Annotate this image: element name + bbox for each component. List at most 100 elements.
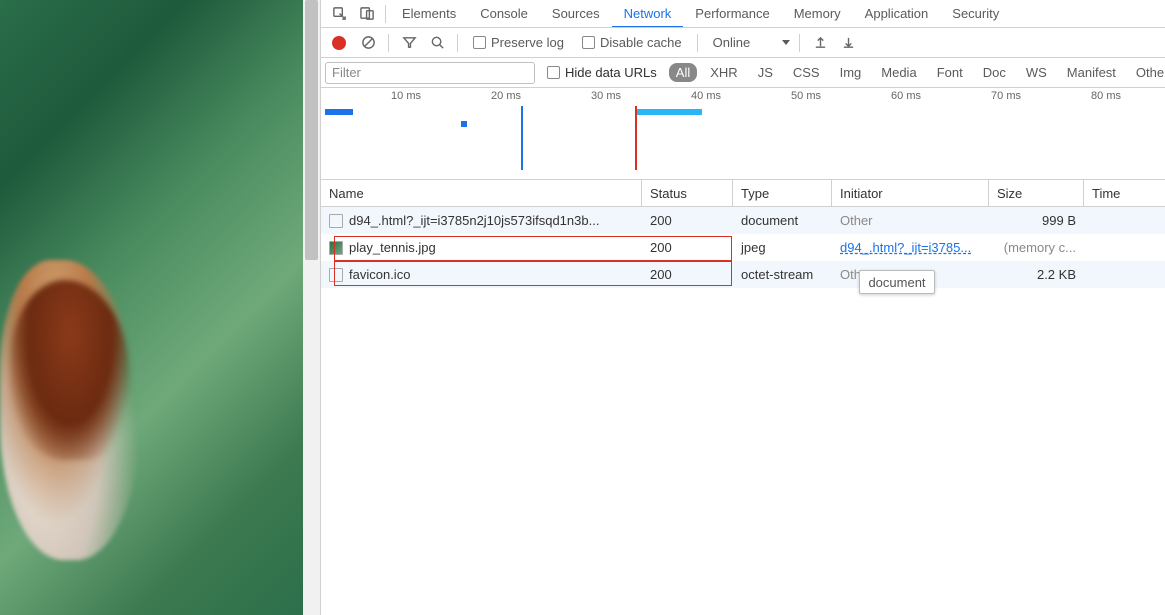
timeline-load-marker bbox=[635, 106, 637, 170]
preview-scroll-thumb[interactable] bbox=[305, 0, 318, 260]
filter-type-media[interactable]: Media bbox=[874, 63, 923, 82]
preview-scrollbar[interactable] bbox=[303, 0, 320, 615]
filter-type-ws[interactable]: WS bbox=[1019, 63, 1054, 82]
filter-type-css[interactable]: CSS bbox=[786, 63, 827, 82]
th-name[interactable]: Name bbox=[321, 180, 642, 206]
checkbox-icon bbox=[473, 36, 486, 49]
cell-size: (memory c... bbox=[989, 234, 1084, 261]
cell-type: jpeg bbox=[733, 234, 832, 261]
throttling-value: Online bbox=[713, 35, 751, 50]
timeline-domcontent-marker bbox=[521, 106, 523, 170]
device-toggle-icon[interactable] bbox=[355, 2, 379, 26]
cell-time bbox=[1084, 207, 1165, 234]
filter-type-other[interactable]: Other bbox=[1129, 63, 1165, 82]
timeline-overview[interactable]: 10 ms 20 ms 30 ms 40 ms 50 ms 60 ms 70 m… bbox=[321, 88, 1165, 180]
tab-performance[interactable]: Performance bbox=[683, 0, 781, 28]
inspect-icon[interactable] bbox=[327, 2, 351, 26]
search-icon[interactable] bbox=[426, 32, 448, 54]
toolbar-sep-4 bbox=[799, 34, 800, 52]
document-icon bbox=[329, 214, 343, 228]
tab-sources[interactable]: Sources bbox=[540, 0, 612, 28]
document-icon bbox=[329, 268, 343, 282]
th-time[interactable]: Time bbox=[1084, 180, 1165, 206]
time-label: 30 ms bbox=[591, 90, 621, 102]
cell-status: 200 bbox=[642, 261, 733, 288]
throttling-select[interactable]: Online bbox=[713, 35, 791, 50]
cell-time bbox=[1084, 261, 1165, 288]
page-preview-image bbox=[0, 0, 320, 615]
cell-name: play_tennis.jpg bbox=[349, 240, 436, 255]
table-row[interactable]: favicon.ico 200 octet-stream Other 2.2 K… bbox=[321, 261, 1165, 288]
disable-cache-label: Disable cache bbox=[600, 35, 682, 50]
filter-icon[interactable] bbox=[398, 32, 420, 54]
time-label: 50 ms bbox=[791, 90, 821, 102]
chevron-down-icon bbox=[782, 40, 790, 45]
filter-type-manifest[interactable]: Manifest bbox=[1060, 63, 1123, 82]
th-status[interactable]: Status bbox=[642, 180, 733, 206]
cell-status: 200 bbox=[642, 207, 733, 234]
filter-type-all[interactable]: All bbox=[669, 63, 697, 82]
th-initiator[interactable]: Initiator bbox=[832, 180, 989, 206]
network-table-header: Name Status Type Initiator Size Time bbox=[321, 180, 1165, 207]
timeline-labels: 10 ms 20 ms 30 ms 40 ms 50 ms 60 ms 70 m… bbox=[321, 90, 1165, 106]
timeline-bar bbox=[637, 109, 702, 115]
cell-size: 999 B bbox=[989, 207, 1084, 234]
filter-type-img[interactable]: Img bbox=[833, 63, 869, 82]
checkbox-icon bbox=[547, 66, 560, 79]
time-label: 60 ms bbox=[891, 90, 921, 102]
table-row[interactable]: play_tennis.jpg 200 jpeg d94_.html?_ijt=… bbox=[321, 234, 1165, 261]
tab-console[interactable]: Console bbox=[468, 0, 540, 28]
th-size[interactable]: Size bbox=[989, 180, 1084, 206]
th-type[interactable]: Type bbox=[733, 180, 832, 206]
network-table-body: d94_.html?_ijt=i3785n2j10js573ifsqd1n3b.… bbox=[321, 207, 1165, 288]
page-preview-pane bbox=[0, 0, 320, 615]
cell-initiator-link[interactable]: d94_.html?_ijt=i3785... bbox=[840, 240, 971, 255]
cell-initiator: Other bbox=[832, 207, 989, 234]
filter-type-js[interactable]: JS bbox=[751, 63, 780, 82]
disable-cache-checkbox[interactable]: Disable cache bbox=[582, 35, 682, 50]
tab-elements[interactable]: Elements bbox=[390, 0, 468, 28]
time-label: 10 ms bbox=[391, 90, 421, 102]
cell-name: favicon.ico bbox=[349, 267, 410, 282]
image-icon bbox=[329, 241, 343, 255]
toolbar-sep-2 bbox=[457, 34, 458, 52]
filter-type-doc[interactable]: Doc bbox=[976, 63, 1013, 82]
devtools-tabbar: Elements Console Sources Network Perform… bbox=[321, 0, 1165, 28]
devtools-panel: Elements Console Sources Network Perform… bbox=[320, 0, 1165, 615]
filter-type-font[interactable]: Font bbox=[930, 63, 970, 82]
tab-network[interactable]: Network bbox=[612, 0, 684, 28]
timeline-bar bbox=[461, 121, 467, 127]
tab-application[interactable]: Application bbox=[853, 0, 941, 28]
preserve-log-label: Preserve log bbox=[491, 35, 564, 50]
toolbar-sep-3 bbox=[697, 34, 698, 52]
time-label: 40 ms bbox=[691, 90, 721, 102]
filter-bar: Hide data URLs All XHR JS CSS Img Media … bbox=[321, 58, 1165, 88]
filter-type-xhr[interactable]: XHR bbox=[703, 63, 744, 82]
preserve-log-checkbox[interactable]: Preserve log bbox=[473, 35, 564, 50]
checkbox-icon bbox=[582, 36, 595, 49]
tab-security[interactable]: Security bbox=[940, 0, 1011, 28]
hide-data-urls-checkbox[interactable]: Hide data URLs bbox=[547, 65, 657, 80]
record-button[interactable] bbox=[332, 36, 346, 50]
toolbar-sep-1 bbox=[388, 34, 389, 52]
cell-type: octet-stream bbox=[733, 261, 832, 288]
tab-memory[interactable]: Memory bbox=[782, 0, 853, 28]
timeline-bar bbox=[325, 109, 353, 115]
hide-data-urls-label: Hide data URLs bbox=[565, 65, 657, 80]
cell-type: document bbox=[733, 207, 832, 234]
timeline-marks bbox=[321, 106, 1165, 170]
download-har-icon[interactable] bbox=[837, 32, 859, 54]
table-row[interactable]: d94_.html?_ijt=i3785n2j10js573ifsqd1n3b.… bbox=[321, 207, 1165, 234]
cell-status: 200 bbox=[642, 234, 733, 261]
clear-icon[interactable] bbox=[357, 32, 379, 54]
time-label: 20 ms bbox=[491, 90, 521, 102]
time-label: 80 ms bbox=[1091, 90, 1121, 102]
time-label: 70 ms bbox=[991, 90, 1021, 102]
tabbar-separator bbox=[385, 5, 386, 23]
cell-name: d94_.html?_ijt=i3785n2j10js573ifsqd1n3b.… bbox=[349, 213, 599, 228]
network-toolbar: Preserve log Disable cache Online bbox=[321, 28, 1165, 58]
filter-input[interactable] bbox=[325, 62, 535, 84]
cell-size: 2.2 KB bbox=[989, 261, 1084, 288]
upload-har-icon[interactable] bbox=[809, 32, 831, 54]
cell-time bbox=[1084, 234, 1165, 261]
